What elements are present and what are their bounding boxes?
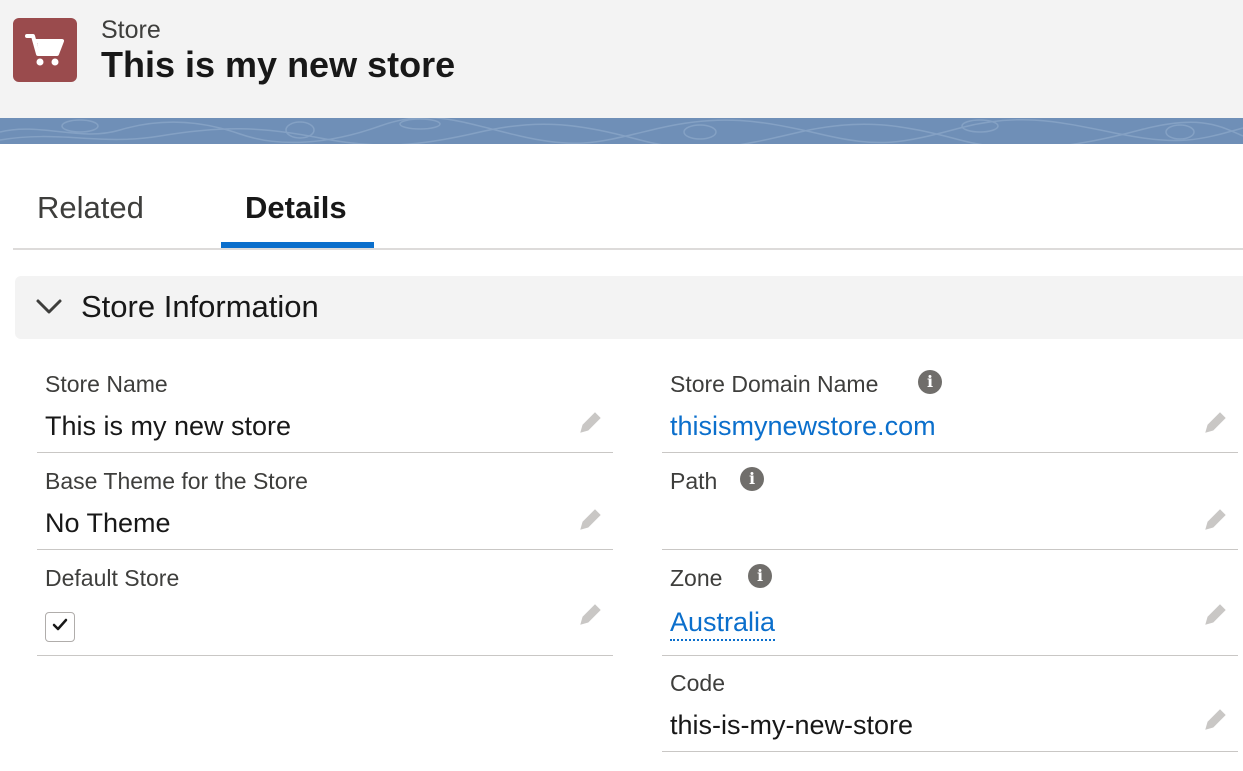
field-store-name: Store Name This is my new store	[37, 368, 613, 453]
tab-details[interactable]: Details	[245, 190, 347, 226]
pencil-icon[interactable]	[1202, 707, 1228, 738]
pencil-icon[interactable]	[1202, 602, 1228, 633]
shopping-cart-icon	[13, 18, 77, 82]
tab-related[interactable]: Related	[37, 190, 144, 226]
info-icon[interactable]: i	[748, 564, 772, 588]
pencil-icon[interactable]	[577, 602, 603, 633]
checkmark-icon	[52, 618, 68, 637]
info-icon[interactable]: i	[918, 370, 942, 394]
field-path: Path i	[662, 465, 1238, 550]
field-store-domain-name: Store Domain Name i thisismynewstore.com	[662, 368, 1238, 453]
record-title: This is my new store	[101, 44, 456, 85]
field-value: This is my new store	[45, 411, 292, 441]
field-code: Code this-is-my-new-store	[662, 667, 1238, 752]
chevron-down-icon	[35, 295, 63, 324]
field-label: Path	[670, 468, 718, 494]
zone-link[interactable]: Australia	[670, 607, 776, 641]
field-label: Zone	[670, 565, 723, 591]
section-store-information[interactable]: Store Information	[15, 276, 1243, 339]
field-label: Default Store	[45, 565, 180, 591]
info-icon[interactable]: i	[740, 467, 764, 491]
field-label: Code	[670, 670, 725, 696]
field-value: No Theme	[45, 508, 171, 538]
pencil-icon[interactable]	[1202, 507, 1228, 538]
pencil-icon[interactable]	[577, 410, 603, 441]
section-title: Store Information	[81, 289, 319, 324]
decorative-banner	[0, 118, 1243, 144]
pencil-icon[interactable]	[577, 507, 603, 538]
field-label: Base Theme for the Store	[45, 468, 308, 494]
field-label: Store Domain Name	[670, 371, 879, 397]
record-header: Store This is my new store	[0, 0, 1243, 118]
field-label: Store Name	[45, 371, 168, 397]
active-tab-indicator	[221, 242, 374, 248]
pencil-icon[interactable]	[1202, 410, 1228, 441]
object-type-label: Store	[101, 16, 161, 44]
record-tabs: Related Details	[13, 178, 1243, 250]
field-base-theme: Base Theme for the Store No Theme	[37, 465, 613, 550]
field-value: this-is-my-new-store	[670, 710, 914, 740]
store-domain-link[interactable]: thisismynewstore.com	[670, 411, 936, 442]
field-zone: Zone i Australia	[662, 562, 1238, 656]
default-store-checkbox[interactable]	[45, 612, 75, 642]
field-default-store: Default Store	[37, 562, 613, 656]
